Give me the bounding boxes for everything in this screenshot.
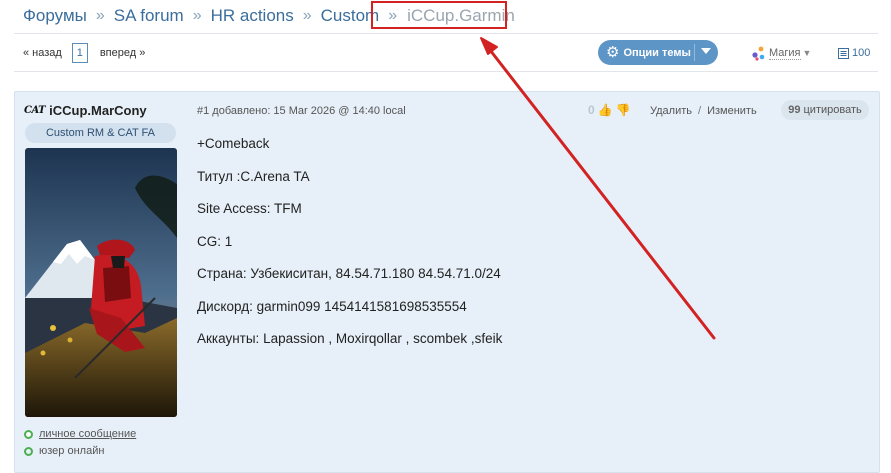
thumb-up-icon[interactable]: 👍: [598, 103, 613, 117]
list-count-icon: [838, 47, 849, 59]
breadcrumb-separator: »: [192, 7, 202, 24]
post-body-line: CG: 1: [197, 233, 233, 249]
delete-post-link[interactable]: Удалить: [650, 105, 692, 117]
author-name[interactable]: CAT iCCup.MarCony: [24, 103, 147, 118]
quote-label: цитировать: [803, 104, 862, 116]
magic-style-icon: [752, 46, 765, 61]
quote-icon: 99: [788, 104, 801, 116]
post-container: CAT iCCup.MarCony Custom RM & CAT FA лич…: [14, 91, 880, 473]
avatar: [25, 148, 177, 417]
pagination: « назад 1 вперед »: [23, 42, 145, 64]
post-body: +Comeback Титул :C.Arena TA Site Access:…: [197, 134, 502, 362]
online-status: юзер онлайн: [24, 443, 104, 459]
divider: [14, 71, 878, 72]
topic-options-label: Опции темы: [623, 46, 691, 59]
style-label: Магия: [769, 46, 801, 60]
page-number[interactable]: 1: [71, 43, 88, 63]
breadcrumb-link-forums[interactable]: Форумы: [23, 6, 87, 26]
chevron-down-icon: ▼: [802, 48, 812, 58]
caret-down-icon[interactable]: [701, 48, 711, 54]
post-meta: #1 добавлено: 15 Mar 2026 @ 14:40 local: [197, 105, 406, 117]
post-body-line: +Comeback: [197, 136, 270, 151]
user-title-badge: Custom RM & CAT FA: [25, 123, 176, 143]
post-body-line: Дискорд: garmin099 1454141581698535554: [197, 298, 467, 314]
next-page-link[interactable]: вперед »: [100, 47, 146, 59]
post-body-line: Титул :C.Arena TA: [197, 168, 310, 184]
clan-logo: CAT: [24, 105, 46, 116]
private-message-link[interactable]: личное сообщение: [24, 426, 136, 442]
vote-box: 0 👍 👎: [588, 101, 631, 119]
posts-per-page-link[interactable]: 100: [838, 44, 870, 62]
message-dot-icon: [24, 429, 33, 439]
breadcrumb-link-hr-actions[interactable]: HR actions: [211, 6, 294, 26]
breadcrumb-separator: »: [302, 7, 312, 24]
post-body-line: Страна: Узбекиситан, 84.54.71.180 84.54.…: [197, 266, 501, 281]
online-status-label: юзер онлайн: [39, 445, 105, 457]
prev-page-link[interactable]: « назад: [23, 47, 62, 59]
online-dot-icon: [24, 446, 33, 456]
annotation-highlight-box: [371, 1, 507, 29]
style-switcher[interactable]: Магия ▼: [751, 43, 811, 63]
topic-options-button[interactable]: ⚙ Опции темы: [598, 40, 718, 65]
divider: [14, 33, 878, 34]
private-message-label: личное сообщение: [39, 428, 137, 440]
post-body-line: Аккаунты: Lapassion , Moxirqollar , scom…: [197, 331, 503, 346]
button-divider: [694, 44, 695, 61]
actions-separator: /: [698, 105, 702, 117]
thumb-down-icon[interactable]: 👎: [616, 103, 631, 117]
post-actions: Удалить / Изменить: [650, 103, 757, 119]
breadcrumb-link-sa-forum[interactable]: SA forum: [114, 6, 184, 26]
gear-icon: ⚙: [606, 44, 620, 61]
breadcrumb-separator: »: [95, 7, 105, 24]
edit-post-link[interactable]: Изменить: [707, 105, 757, 117]
author-name-text: iCCup.MarCony: [49, 103, 147, 118]
post-body-line: Site Access: TFM: [197, 201, 302, 216]
vote-count: 0: [588, 103, 595, 117]
quote-button[interactable]: 99 цитировать: [781, 100, 869, 120]
avatar-image: [25, 148, 177, 417]
posts-count: 100: [852, 47, 871, 59]
